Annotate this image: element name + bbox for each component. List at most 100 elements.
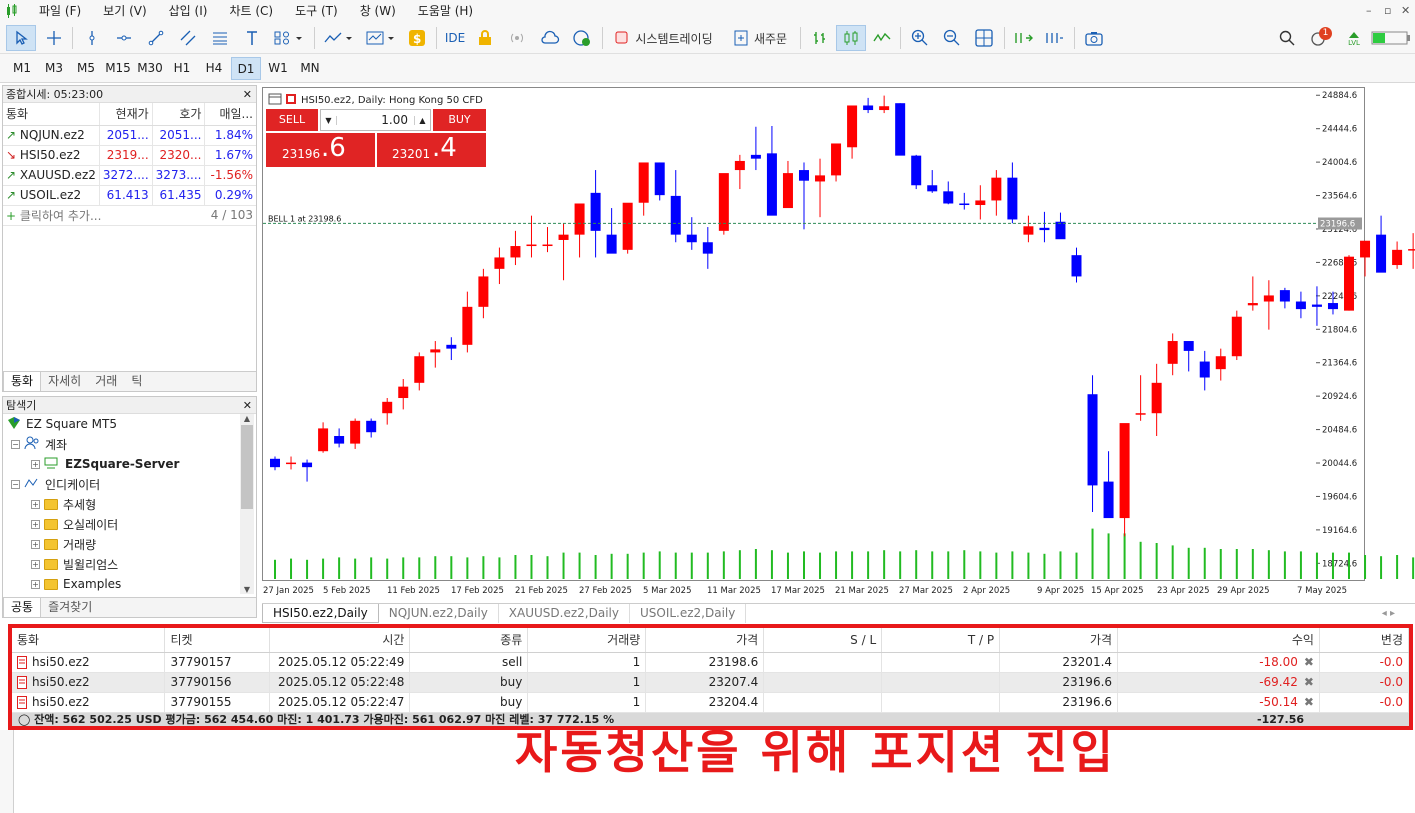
chart-window[interactable]: 24884.6 24444.6 24004.6 23564.6 23124.6 22684… [262,87,1415,596]
position-tp[interactable] [881,692,1001,713]
fibonacci-icon[interactable] [206,25,234,51]
line-chart-icon[interactable] [868,25,896,51]
bar-chart-icon[interactable] [806,25,834,51]
menu-insert[interactable]: 삽입 (I) [158,0,219,22]
buy-price-button[interactable]: 23201 .4 [377,133,486,167]
column-header[interactable]: 통화 [12,628,166,653]
navigator-scrollbar[interactable]: ▲ ▼ [240,414,254,594]
menu-file[interactable]: 파일 (F) [28,0,92,22]
timeframe-m1[interactable]: M1 [7,57,37,80]
position-row[interactable]: hsi50.ez2 37790157 2025.05.12 05:22:49 s… [12,652,1409,673]
position-row[interactable]: hsi50.ez2 37790155 2025.05.12 05:22:47 b… [12,692,1409,713]
chart-tab[interactable]: USOIL.ez2,Daily [630,604,747,623]
tab-favorites[interactable]: 즐겨찾기 [41,598,99,617]
position-row[interactable]: hsi50.ez2 37790156 2025.05.12 05:22:48 b… [12,672,1409,693]
timeframe-m3[interactable]: M3 [39,57,69,80]
lot-size-value[interactable]: 1.00 [337,113,414,127]
new-order-button[interactable]: 새주문 [728,25,792,51]
notifications-icon[interactable]: 1 [1304,25,1334,51]
add-symbol-row[interactable]: + 클릭하여 추가... 4 / 103 [3,205,256,226]
expand-icon[interactable]: + [31,559,40,569]
templates-icon[interactable] [362,25,400,51]
tree-folder[interactable]: + 거래량 [3,534,256,554]
text-tool-icon[interactable] [238,25,266,51]
chart-tab[interactable]: HSI50.ez2,Daily [262,604,379,623]
tree-folder[interactable]: + Examples [3,574,256,594]
lot-size-field[interactable]: ▼ 1.00 ▲ [320,109,431,131]
menu-help[interactable]: 도움말 (H) [407,0,484,22]
market-watch-row[interactable]: ↗ USOIL.ez2 61.413 61.435 0.29% [3,185,256,206]
grid-icon[interactable] [970,25,998,51]
close-position-icon[interactable]: ✖ [1304,695,1314,709]
lock-icon[interactable] [472,25,498,51]
vertical-line-icon[interactable] [78,25,106,51]
menu-view[interactable]: 보기 (V) [92,0,157,22]
close-icon[interactable]: ✕ [1401,4,1410,17]
column-header[interactable]: 수익 [1117,628,1320,653]
system-trading-button[interactable]: 시스템트레이딩 [608,25,720,51]
column-header[interactable]: 현재가 [99,103,153,126]
buy-button[interactable]: BUY [433,109,486,131]
tab-common[interactable]: 공통 [3,598,42,617]
market-watch-row[interactable]: ↗ NQJUN.ez2 2051... 2051... 1.84% [3,125,256,146]
tab-symbols[interactable]: 통화 [3,372,42,391]
channel-icon[interactable] [174,25,202,51]
zoom-in-icon[interactable] [906,25,934,51]
column-header[interactable]: 매일... [204,103,256,126]
signal-icon[interactable] [504,25,530,51]
close-position-icon[interactable]: ✖ [1304,655,1314,669]
column-header[interactable]: 가격 [999,628,1119,653]
column-header[interactable]: 거래량 [527,628,647,653]
close-icon[interactable]: ✕ [243,86,252,103]
close-position-icon[interactable]: ✖ [1304,675,1314,689]
deposit-icon[interactable]: $ [404,25,430,51]
trendline-icon[interactable] [142,25,170,51]
column-header[interactable]: S / L [763,628,883,653]
timeframe-m30[interactable]: M30 [135,57,165,80]
expand-icon[interactable]: + [31,539,40,549]
column-header[interactable]: T / P [881,628,1001,653]
shapes-dropdown-icon[interactable] [270,25,308,51]
tree-indicators[interactable]: − 인디케이터 [3,474,256,494]
tree-folder[interactable]: + 빌윌리엄스 [3,554,256,574]
column-header[interactable]: 티켓 [164,628,271,653]
expand-icon[interactable]: + [31,579,40,589]
position-sl[interactable] [763,692,883,713]
column-header[interactable]: 통화 [3,103,100,126]
chart-shift-icon[interactable] [1040,25,1068,51]
scrollbar-thumb[interactable] [241,425,253,509]
zoom-out-icon[interactable] [938,25,966,51]
timeframe-m5[interactable]: M5 [71,57,101,80]
collapse-icon[interactable]: − [11,479,20,489]
sell-price-button[interactable]: 23196 .6 [266,133,375,167]
tree-folder[interactable]: + 오실레이터 [3,514,256,534]
tree-root[interactable]: EZ Square MT5 [3,414,256,434]
sell-button[interactable]: SELL [266,109,318,131]
chart-tab[interactable]: NQJUN.ez2,Daily [379,604,499,623]
screenshot-icon[interactable] [1080,25,1108,51]
ide-button[interactable]: IDE [442,25,468,51]
tab-details[interactable]: 자세히 [41,372,88,391]
collapse-icon[interactable]: − [11,439,20,449]
column-header[interactable]: 변경 [1319,628,1409,653]
scroll-down-icon[interactable]: ▼ [240,585,254,594]
position-sl[interactable] [763,652,883,673]
minimize-icon[interactable]: – [1366,4,1372,17]
chart-tab[interactable]: XAUUSD.ez2,Daily [499,604,630,623]
market-watch-row[interactable]: ↗ XAUUSD.ez2 3272.... 3273.... -1.56% [3,165,256,186]
position-tp[interactable] [881,652,1001,673]
tab-trading[interactable]: 거래 [88,372,124,391]
column-header[interactable]: 호가 [152,103,206,126]
column-header[interactable]: 시간 [269,628,411,653]
market-watch-row[interactable]: ↘ HSI50.ez2 2319... 2320... 1.67% [3,145,256,166]
cloud-icon[interactable] [536,25,564,51]
timeframe-w1[interactable]: W1 [263,57,293,80]
autoscroll-icon[interactable] [1010,25,1038,51]
timeframe-mn[interactable]: MN [295,57,325,80]
menu-tools[interactable]: 도구 (T) [284,0,349,22]
column-header[interactable]: 종류 [409,628,529,653]
tree-folder[interactable]: + 추세형 [3,494,256,514]
timeframe-m15[interactable]: M15 [103,57,133,80]
timeframe-h4[interactable]: H4 [199,57,229,80]
vps-icon[interactable] [568,25,596,51]
